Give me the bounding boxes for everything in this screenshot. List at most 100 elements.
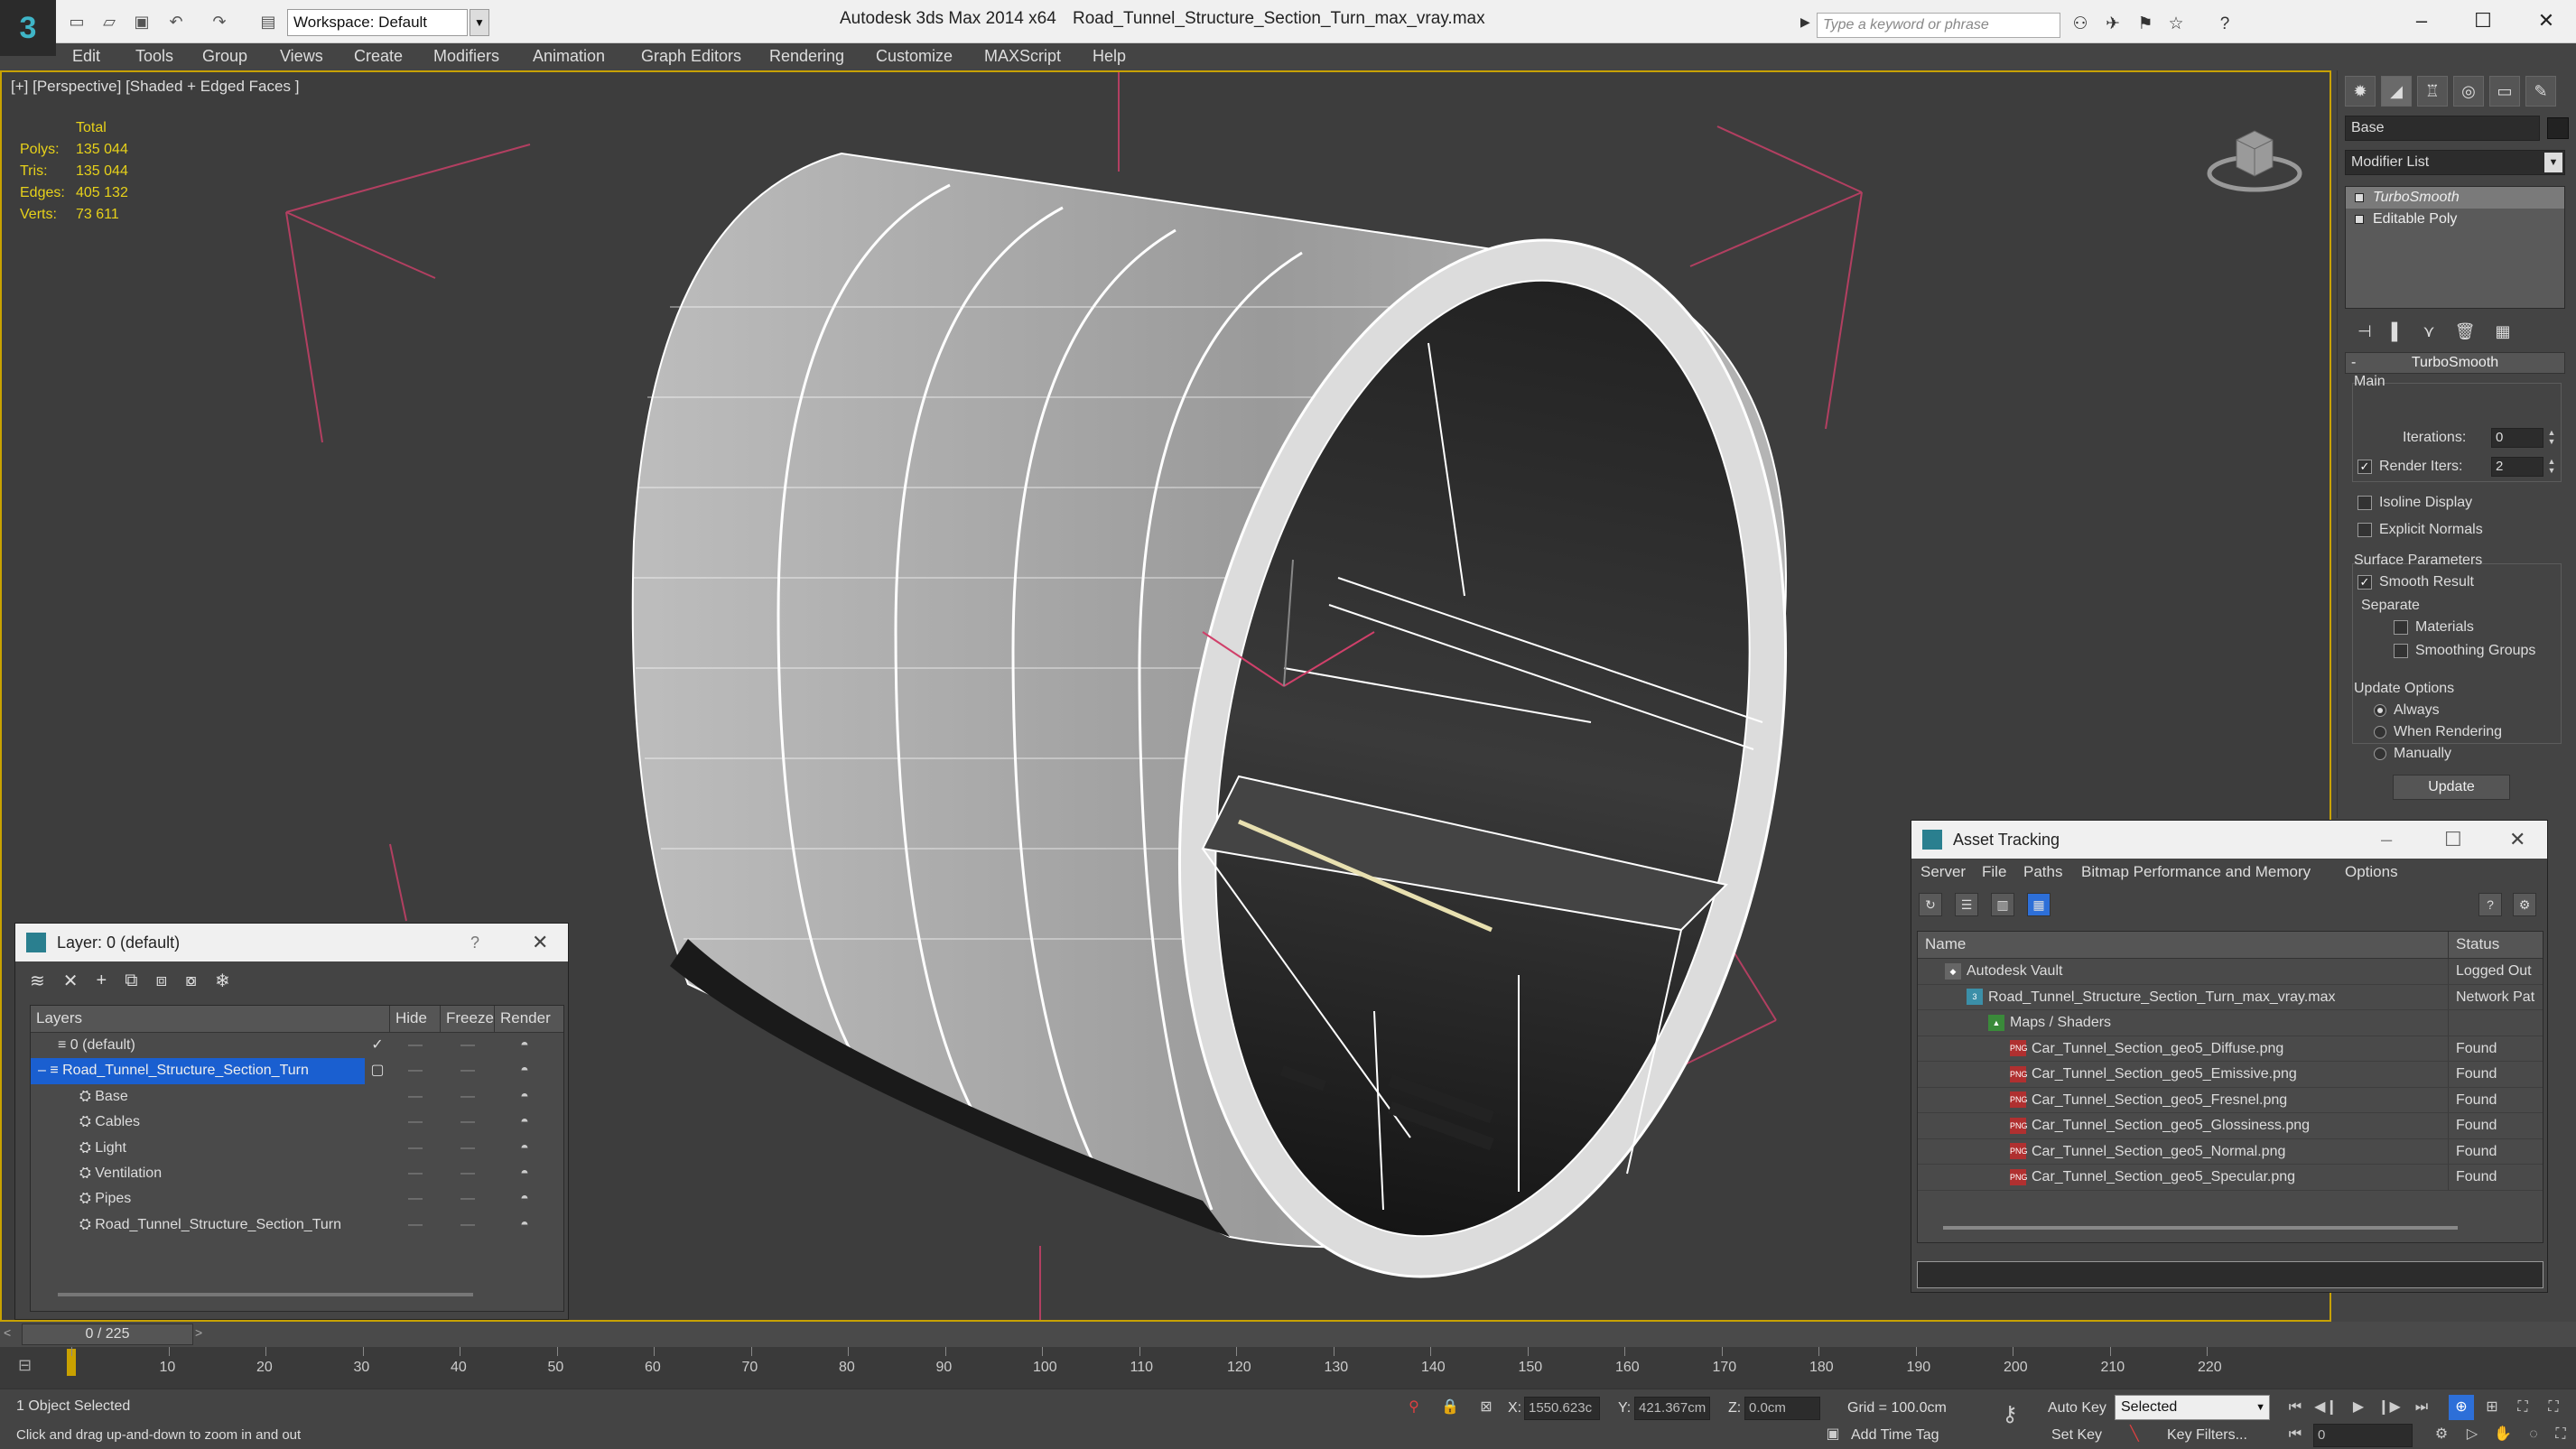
update-always-radio[interactable]: Always (2374, 702, 2440, 719)
asset-name[interactable]: PNG Car_Tunnel_Section_geo5_Normal.png (1918, 1138, 2449, 1164)
table-row[interactable]: ⛭ Pipes — — ◓ (31, 1186, 563, 1212)
layer-name[interactable]: – ≡ Road_Tunnel_Structure_Section_Turn (31, 1058, 365, 1084)
render-iters-checkbox[interactable]: ✓ Render Iters: (2357, 459, 2462, 475)
collapse-icon[interactable]: – (38, 1063, 50, 1078)
layer-name[interactable]: ⛭ Light (31, 1136, 365, 1161)
menu-rendering[interactable]: Rendering (769, 47, 844, 66)
add-time-tag[interactable]: Add Time Tag (1851, 1427, 1939, 1444)
minimize-icon[interactable]: – (2381, 821, 2392, 859)
checkbox-checked-icon[interactable]: ✓ (2357, 574, 2372, 590)
teapot-icon[interactable]: ◓ (495, 1110, 554, 1135)
asset-name[interactable]: PNG Car_Tunnel_Section_geo5_Specular.png (1918, 1165, 2449, 1190)
radio-icon[interactable] (2374, 747, 2386, 760)
asset-name[interactable]: ◆ Autodesk Vault (1918, 959, 2449, 984)
radio-icon[interactable] (2374, 725, 2386, 738)
update-button[interactable]: Update (2393, 775, 2510, 800)
minimize-icon[interactable]: – (2395, 5, 2449, 36)
current-frame-field[interactable]: 0 (2313, 1424, 2413, 1447)
menu-animation[interactable]: Animation (533, 47, 605, 66)
menu-paths[interactable]: Paths (2023, 863, 2062, 881)
materials-checkbox[interactable]: Materials (2394, 619, 2474, 636)
highlight-layer-icon[interactable]: ⧈ (156, 971, 168, 991)
next-frame-icon[interactable]: ❙▶ (2376, 1395, 2402, 1420)
zoom-all-icon[interactable]: ⊞ (2479, 1395, 2505, 1420)
z-coord-field[interactable]: 0.0cm (1744, 1397, 1820, 1420)
delete-layer-icon[interactable]: ✕ (63, 970, 79, 992)
time-next-icon[interactable]: > (195, 1325, 202, 1340)
menu-create[interactable]: Create (354, 47, 403, 66)
hide-toggle[interactable]: — (390, 1058, 441, 1083)
create-layer-icon[interactable]: ≋ (30, 970, 45, 992)
layer-name[interactable]: ⛭ Base (31, 1084, 365, 1110)
utilities-tab-icon[interactable]: ✎ (2525, 76, 2556, 107)
menu-file[interactable]: File (1982, 863, 2006, 881)
favorites-star-icon[interactable]: ☆ (2163, 13, 2189, 36)
help-icon[interactable]: ? (2478, 893, 2502, 916)
open-file-icon[interactable]: ▱ (98, 11, 121, 33)
render-iters-spinner[interactable]: 2 (2491, 457, 2543, 477)
table-row[interactable]: PNG Car_Tunnel_Section_geo5_Glossiness.pn… (1918, 1113, 2543, 1139)
stack-item-editable-poly[interactable]: Editable Poly (2346, 209, 2564, 230)
hide-toggle[interactable]: — (390, 1186, 441, 1212)
save-file-icon[interactable]: ▣ (130, 11, 153, 33)
freeze-toggle[interactable]: — (441, 1161, 495, 1186)
update-manually-radio[interactable]: Manually (2374, 746, 2451, 762)
pin-icon[interactable]: ⚲ (1401, 1395, 1427, 1420)
hide-toggle[interactable]: — (390, 1161, 441, 1186)
table-row[interactable]: PNG Car_Tunnel_Section_geo5_Diffuse.png F… (1918, 1036, 2543, 1062)
table-row[interactable]: ▲ Maps / Shaders (1918, 1010, 2543, 1036)
menu-group[interactable]: Group (202, 47, 247, 66)
freeze-toggle[interactable]: — (441, 1110, 495, 1135)
menu-tools[interactable]: Tools (135, 47, 173, 66)
search-expand-icon[interactable]: ▶ (1800, 14, 1810, 30)
app-logo-icon[interactable]: 3 (0, 0, 56, 56)
maximize-icon[interactable]: ☐ (2456, 5, 2510, 36)
create-tab-icon[interactable]: ✹ (2345, 76, 2376, 107)
table-row[interactable]: ⛭ Base — — ◓ (31, 1084, 563, 1110)
freeze-all-layers-icon[interactable]: ❄ (215, 970, 230, 992)
freeze-toggle[interactable]: — (441, 1212, 495, 1238)
smoothing-groups-checkbox[interactable]: Smoothing Groups (2394, 643, 2535, 659)
hide-toggle[interactable]: — (390, 1084, 441, 1110)
help-icon[interactable]: ? (470, 924, 479, 961)
asset-name[interactable]: PNG Car_Tunnel_Section_geo5_Glossiness.pn… (1918, 1113, 2449, 1138)
column-layers[interactable]: Layers (31, 1006, 390, 1032)
key-icon[interactable]: ⚷ (1997, 1402, 2023, 1427)
table-row[interactable]: ≡ 0 (default) ✓ — — ◓ (31, 1033, 563, 1058)
y-coord-field[interactable]: 421.367cm (1634, 1397, 1710, 1420)
time-slider[interactable]: 0 / 225 (22, 1324, 193, 1345)
table-row[interactable]: PNG Car_Tunnel_Section_geo5_Fresnel.png F… (1918, 1087, 2543, 1113)
help-icon[interactable]: ? (2212, 13, 2237, 36)
chevron-down-icon[interactable]: ▼ (2255, 1396, 2265, 1419)
layer-name[interactable]: ⛭ Pipes (31, 1186, 365, 1212)
prev-frame-icon[interactable]: ◀❙ (2313, 1395, 2339, 1420)
column-render[interactable]: Render (495, 1006, 554, 1032)
checkbox-icon[interactable] (2394, 643, 2408, 658)
refresh-icon[interactable]: ↻ (1919, 893, 1942, 916)
goto-start-icon[interactable]: ⏮ (2283, 1395, 2308, 1420)
spinner-arrows-icon[interactable]: ▲ ▼ (2545, 428, 2558, 448)
radio-selected-icon[interactable] (2374, 703, 2386, 717)
freeze-toggle[interactable]: — (441, 1033, 495, 1058)
field-of-view-icon[interactable]: ▷ (2460, 1422, 2485, 1447)
close-icon[interactable]: ✕ (2509, 821, 2525, 859)
orbit-icon[interactable]: ◌ (2521, 1422, 2546, 1447)
time-config-icon[interactable]: ⚙ (2429, 1422, 2454, 1447)
subscription-icon[interactable]: ✈ (2100, 13, 2125, 36)
chevron-down-icon[interactable]: ▼ (2544, 153, 2562, 172)
menu-help[interactable]: Help (1093, 47, 1126, 66)
teapot-icon[interactable]: ◓ (495, 1212, 554, 1238)
zoom-viewport-icon[interactable]: ⊕ (2449, 1395, 2474, 1420)
table-row[interactable]: PNG Car_Tunnel_Section_geo5_Emissive.png … (1918, 1062, 2543, 1088)
layer-name[interactable]: ⛭ Cables (31, 1110, 365, 1135)
menu-customize[interactable]: Customize (876, 47, 953, 66)
auto-key-button[interactable]: Auto Key (2048, 1400, 2106, 1416)
table-row[interactable]: PNG Car_Tunnel_Section_geo5_Normal.png Fo… (1918, 1138, 2543, 1165)
table-view-icon[interactable]: ▦ (2027, 893, 2051, 916)
hide-toggle[interactable]: — (390, 1212, 441, 1238)
asset-name[interactable]: PNG Car_Tunnel_Section_geo5_Emissive.png (1918, 1062, 2449, 1087)
update-when-rendering-radio[interactable]: When Rendering (2374, 724, 2502, 740)
layer-name[interactable]: ⛭ Road_Tunnel_Structure_Section_Turn (31, 1212, 365, 1238)
object-name-field[interactable]: Base (2345, 116, 2540, 141)
viewport-label[interactable]: [+] [Perspective] [Shaded + Edged Faces … (11, 78, 299, 96)
